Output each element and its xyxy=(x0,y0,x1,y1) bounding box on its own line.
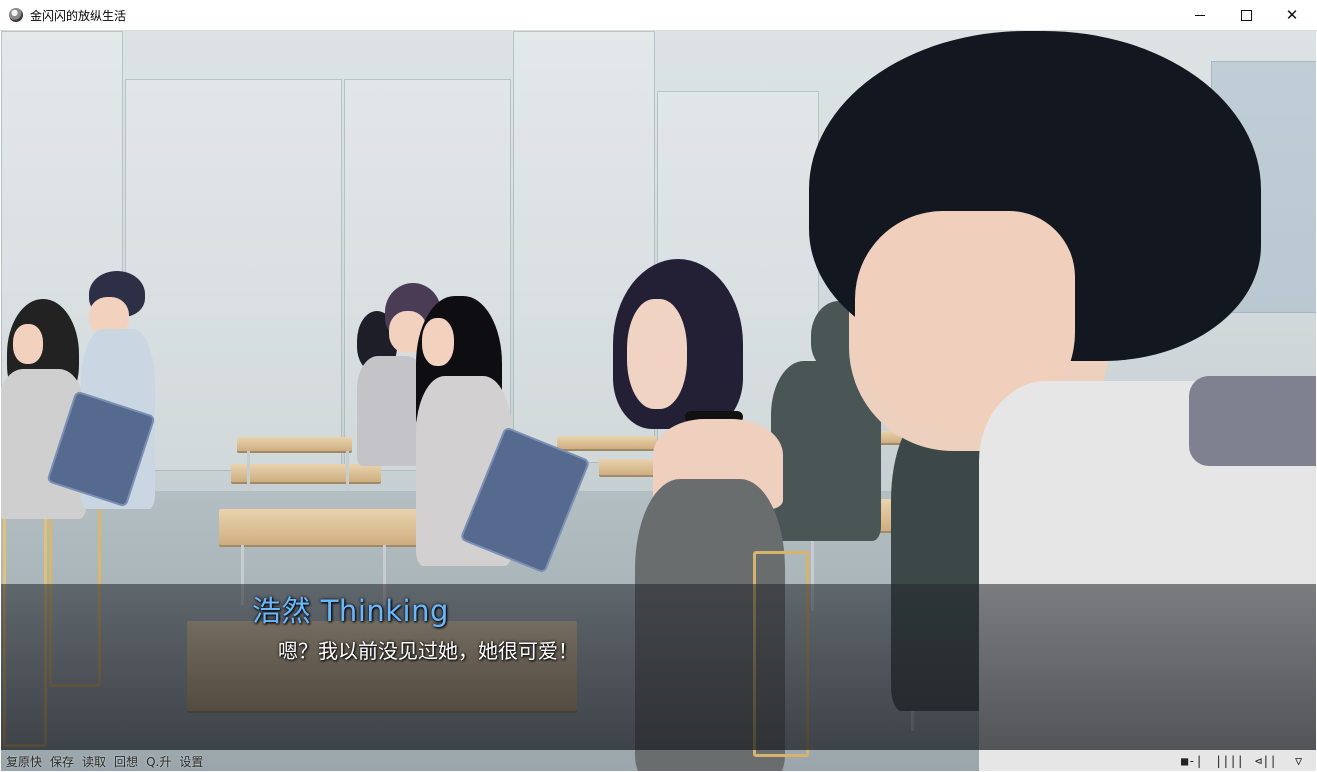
quick-menu-item-load[interactable]: 读取 xyxy=(82,753,106,770)
app-icon xyxy=(9,8,23,22)
desk xyxy=(557,436,657,449)
desk xyxy=(231,464,381,482)
window-title: 金闪闪的放纵生活 xyxy=(30,9,127,23)
desk-leg xyxy=(247,451,250,491)
window-titlebar: 金闪闪的放纵生活 ✕ xyxy=(0,0,1317,31)
desk xyxy=(219,509,434,545)
quick-menu-item-quick[interactable]: Q.升 xyxy=(146,753,171,770)
quick-menu-item-save[interactable]: 保存 xyxy=(50,753,74,770)
skip-icon[interactable]: ■-| xyxy=(1181,754,1203,768)
dialogue-text: 嗯？我以前没见过她，她很可爱！ xyxy=(278,639,578,663)
close-icon: ✕ xyxy=(1285,6,1299,24)
desk-leg xyxy=(346,451,349,491)
pause-icon[interactable]: |||| xyxy=(1215,754,1244,768)
quick-menu-item-settings[interactable]: 设置 xyxy=(179,753,203,770)
hide-dialogue-icon[interactable]: ▽ xyxy=(1295,754,1302,768)
quick-menu-item-history[interactable]: 回想 xyxy=(114,753,138,770)
close-button[interactable]: ✕ xyxy=(1269,0,1315,31)
audio-icon[interactable]: ⊲|| xyxy=(1255,754,1277,768)
bag-strap xyxy=(1189,376,1316,466)
minimize-icon xyxy=(1195,15,1205,16)
speaker-name: 浩然 Thinking xyxy=(252,594,449,628)
quick-menu: 复原快 保存 读取 回想 Q.升 设置 xyxy=(6,752,203,770)
desk xyxy=(237,437,352,451)
maximize-button[interactable] xyxy=(1223,0,1269,31)
quick-menu-item-rollback[interactable]: 复原快 xyxy=(6,753,42,770)
wall-panel xyxy=(125,79,342,471)
maximize-icon xyxy=(1240,10,1252,21)
dialogue-box[interactable] xyxy=(1,584,1316,750)
minimize-button[interactable] xyxy=(1177,0,1223,31)
